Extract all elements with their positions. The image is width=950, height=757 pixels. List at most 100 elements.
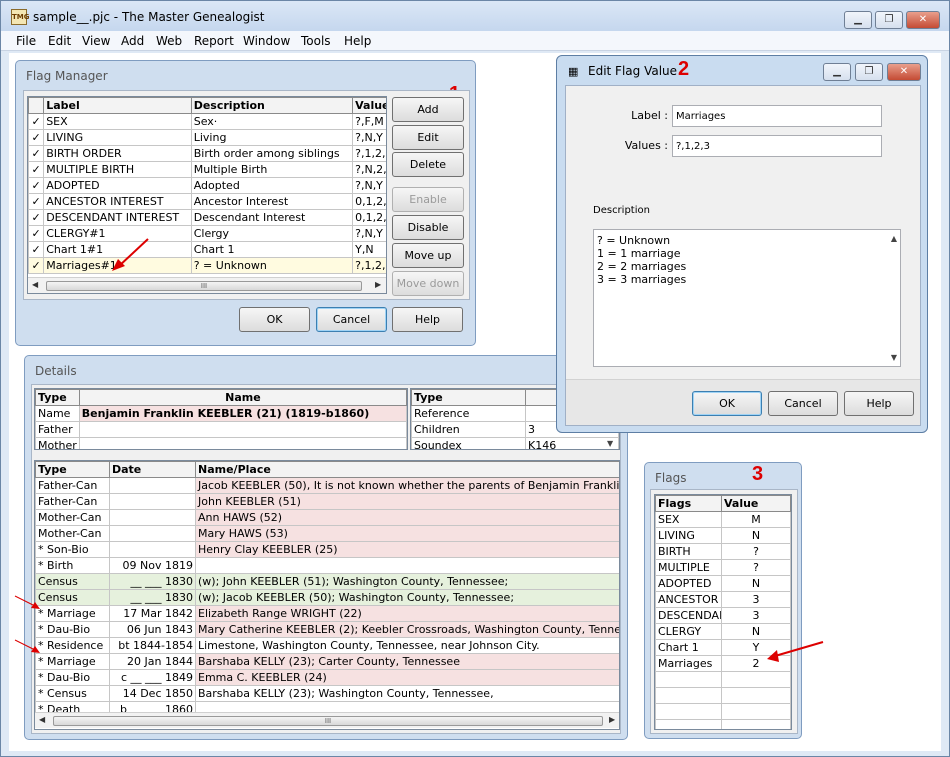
minimize-button[interactable]: ▁ <box>844 11 872 29</box>
move-up-button[interactable]: Move up <box>392 243 464 268</box>
event-row[interactable]: * Marriage 17 Mar 1842 Elizabeth Range WRI… <box>35 605 619 622</box>
edit-button[interactable]: Edit <box>392 125 464 150</box>
flag-value-row[interactable] <box>655 703 791 720</box>
flag-row[interactable]: ✓ Chart 1#1 Chart 1 Y,N <box>28 241 386 258</box>
move-down-button[interactable]: Move down <box>392 271 464 296</box>
flag-row[interactable]: ✓ BIRTH ORDER Birth order among siblings?,… <box>28 145 386 162</box>
flag-grid[interactable]: LabelDescriptionValues✓SEXSex·?,F,M✓LIVI… <box>27 96 387 294</box>
flag-row[interactable]: ✓MULTIPLE BIRTHMultiple Birth?,N,2,3,4,5… <box>28 161 386 178</box>
event-row[interactable]: * Dau-Bio 06 Jun 1843 Mary Catherine KEEBL… <box>35 621 619 638</box>
scroll-right-icon[interactable]: ▶ <box>375 280 381 289</box>
enable-button[interactable]: Enable <box>392 187 464 212</box>
flag-row[interactable]: ✓ LIVING Living ?,N,Y <box>28 129 386 146</box>
flag-description: Clergy <box>190 225 354 242</box>
flag-value-row[interactable]: SEX M <box>655 511 791 528</box>
check-icon: ✓ <box>28 193 45 210</box>
flag-values: ?,1,2,3 <box>352 257 386 274</box>
flags-title: Flags <box>655 471 687 485</box>
flag-grid-hscroll[interactable]: ◀ III ▶ <box>28 277 386 293</box>
add-button[interactable]: Add <box>392 97 464 122</box>
flag-row[interactable]: ✓ ANCESTOR INTEREST Ancestor Interest 0,1,2… <box>28 193 386 210</box>
flag-value-row[interactable]: BIRTH? <box>655 543 791 560</box>
flag-row[interactable]: ✓ DESCENDANT INTEREST Descendant Interest 0… <box>28 209 386 226</box>
dialog-close-button[interactable]: ✕ <box>887 63 921 81</box>
title-bar[interactable]: TMG sample__.pjc - The Master Genealogis… <box>1 1 949 31</box>
flag-value-row[interactable]: ANCESTOR 3 <box>655 591 791 608</box>
scroll-up-icon[interactable]: ▲ <box>891 234 897 243</box>
scroll-thumb[interactable]: III <box>46 281 362 291</box>
flag-value-row[interactable]: ADOPTED N <box>655 575 791 592</box>
flag-value-row[interactable] <box>655 671 791 688</box>
menu-edit[interactable]: Edit <box>48 34 71 48</box>
flag-row[interactable]: ✓ SEX Sex· ?,F,M <box>28 113 386 130</box>
flags-grid[interactable]: Flags Value SEX M LIVING N BIRTH? MULTIPLE? ADOP… <box>654 494 792 730</box>
menu-report[interactable]: Report <box>194 34 234 48</box>
name-row[interactable]: Father <box>35 421 407 438</box>
check-icon: ✓ <box>28 241 45 258</box>
event-row[interactable]: Mother-Can Mary HAWS (53) <box>35 525 619 542</box>
dialog-cancel-button[interactable]: Cancel <box>768 391 838 416</box>
description-textarea[interactable]: ? = Unknown 1 = 1 marriage 2 = 2 marriages… <box>593 229 901 367</box>
event-row[interactable]: * Marriage 20 Jan 1844 Barshaba KELLY (23)… <box>35 653 619 670</box>
scroll-left-icon[interactable]: ◀ <box>32 280 38 289</box>
menu-file[interactable]: File <box>16 34 36 48</box>
event-date: __ ___ 1830 <box>109 573 196 590</box>
menu-help[interactable]: Help <box>344 34 371 48</box>
flag-description: Sex· <box>190 113 354 130</box>
flag-row[interactable]: ✓ ADOPTED Adopted ?,N,Y <box>28 177 386 194</box>
event-row[interactable]: Mother-Can Ann HAWS (52) <box>35 509 619 526</box>
events-hscroll[interactable]: ◀ III ▶ <box>35 712 619 728</box>
info-row[interactable]: Soundex K146 <box>411 437 619 449</box>
dialog-title: Edit Flag Value <box>588 64 678 78</box>
label-input[interactable] <box>672 105 882 127</box>
scroll-thumb[interactable]: III <box>53 716 603 726</box>
event-row[interactable]: * Dau-Bio c __ ___ 1849 Emma C. KEEBLER (2… <box>35 669 619 686</box>
event-row[interactable]: * Census 14 Dec 1850 Barshaba KELLY (23); … <box>35 685 619 702</box>
event-row[interactable]: * Birth 09 Nov 1819 <box>35 557 619 574</box>
menu-web[interactable]: Web <box>156 34 182 48</box>
event-row[interactable]: * Residence bt 1844-1854 Limestone, Washin… <box>35 637 619 654</box>
name-grid[interactable]: Type Name Name Benjamin Franklin KEEBLER (2… <box>34 388 408 450</box>
disable-button[interactable]: Disable <box>392 215 464 240</box>
flag-values: 0,1,2,3 <box>352 193 386 210</box>
annotation-arrow-marriage-2 <box>14 639 40 653</box>
scroll-down-icon[interactable]: ▼ <box>891 353 897 362</box>
scroll-left-icon[interactable]: ◀ <box>39 715 45 724</box>
dialog-minimize-button[interactable]: ▁ <box>823 63 851 81</box>
cancel-button[interactable]: Cancel <box>316 307 387 332</box>
event-row[interactable]: Father-Can Jacob KEEBLER (50), It is not … <box>35 477 619 494</box>
column-header: Name/Place <box>195 461 619 478</box>
close-button[interactable]: ✕ <box>906 11 940 29</box>
event-row[interactable]: * Son-Bio Henry Clay KEEBLER (25) <box>35 541 619 558</box>
name-row[interactable]: Mother <box>35 437 407 449</box>
flag-value-row[interactable]: MULTIPLE? <box>655 559 791 576</box>
flag-value-row[interactable]: LIVING N <box>655 527 791 544</box>
event-place: Jacob KEEBLER (50), It is not known whet… <box>195 477 619 494</box>
dialog-ok-button[interactable]: OK <box>692 391 762 416</box>
name-row[interactable]: Name Benjamin Franklin KEEBLER (21) (1819… <box>35 405 407 422</box>
event-row[interactable]: Census __ ___ 1830 (w); Jacob KEEBLER (50)… <box>35 589 619 606</box>
menu-tools[interactable]: Tools <box>301 34 331 48</box>
flag-row[interactable]: ✓Marriages#1? = Unknown?,1,2,3 <box>28 257 386 274</box>
dialog-maximize-button[interactable]: ❐ <box>855 63 883 81</box>
delete-button[interactable]: Delete <box>392 152 464 177</box>
scroll-right-icon[interactable]: ▶ <box>609 715 615 724</box>
event-row[interactable]: Census __ ___ 1830 (w); John KEEBLER (51);… <box>35 573 619 590</box>
event-row[interactable]: Father-Can John KEEBLER (51) <box>35 493 619 510</box>
help-button[interactable]: Help <box>392 307 463 332</box>
maximize-button[interactable]: ❐ <box>875 11 903 29</box>
values-input[interactable] <box>672 135 882 157</box>
dialog-help-button[interactable]: Help <box>844 391 914 416</box>
flag-value-row[interactable] <box>655 719 791 729</box>
menu-add[interactable]: Add <box>121 34 144 48</box>
events-grid[interactable]: Type Date Name/Place Father-Can Jacob KEEBL… <box>34 460 620 730</box>
flag-row[interactable]: ✓ CLERGY#1 Clergy ?,N,Y <box>28 225 386 242</box>
menu-view[interactable]: View <box>82 34 110 48</box>
event-place: Limestone, Washington County, Tennessee,… <box>195 637 619 654</box>
flag-value-row[interactable]: DESCENDANT3 <box>655 607 791 624</box>
menu-window[interactable]: Window <box>243 34 290 48</box>
flag-value-row[interactable] <box>655 687 791 704</box>
flag-manager-panel: LabelDescriptionValues✓SEXSex·?,F,M✓LIVI… <box>23 90 470 300</box>
ok-button[interactable]: OK <box>239 307 310 332</box>
chevron-down-icon[interactable]: ▼ <box>607 439 613 448</box>
